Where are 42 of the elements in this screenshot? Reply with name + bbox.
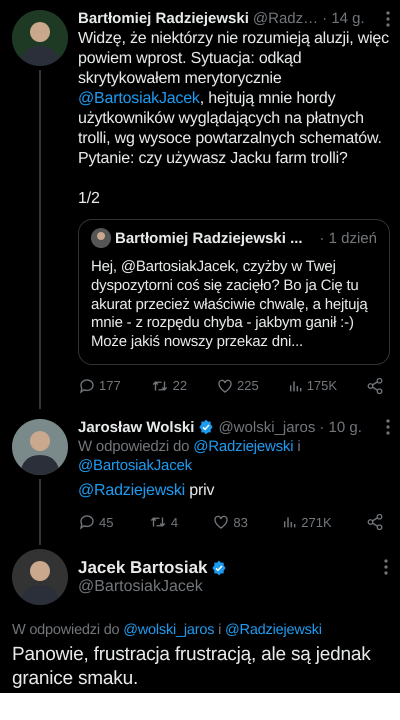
author-name[interactable]: Jarosław Wolski bbox=[78, 418, 194, 436]
like-button[interactable]: 225 bbox=[216, 376, 259, 395]
more-options-icon[interactable] bbox=[386, 10, 390, 26]
author-name[interactable]: Jacek Bartosiak bbox=[78, 558, 208, 578]
tweet-text: Widzę, że niektórzy nie rozumieją aluzji, więc powiem wprost. Sytuacja: odkąd skrytykowałem merytorycznie @BartosiakJacek, hejtują mnie hordy użytkowników wyglądających na płatnych trolli, wg wysoce powtarzalnych schematów. Pytanie: czy używasz Jacku farm trolli? bbox=[78, 29, 390, 169]
post-time: · 1 dzień bbox=[319, 230, 377, 246]
reply-context: W odpowiedzi do @Radziejewski i @BartosiakJacek bbox=[78, 438, 302, 476]
like-button[interactable]: 83 bbox=[212, 513, 248, 532]
mention-link[interactable]: @BartosiakJacek bbox=[78, 456, 192, 474]
speech-bubble-icon bbox=[78, 513, 96, 532]
views-button[interactable]: 175K bbox=[288, 378, 338, 394]
reply-context: W odpowiedzi do @wolski_jaros i @Radziejewski bbox=[12, 621, 323, 640]
more-options-icon[interactable] bbox=[384, 559, 388, 576]
mention-link[interactable]: @Radziejewski bbox=[225, 622, 322, 638]
author-name[interactable]: Bartłomiej Radziejewski bbox=[78, 10, 249, 27]
reply-button[interactable]: 45 bbox=[78, 513, 114, 532]
mention-link[interactable]: @BartosiakJacek bbox=[78, 90, 200, 107]
mention-link[interactable]: @wolski_jaros bbox=[123, 622, 214, 638]
share-icon[interactable] bbox=[366, 513, 384, 532]
avatar bbox=[91, 228, 111, 248]
share-icon[interactable] bbox=[366, 376, 384, 395]
mention-link[interactable]: @Radziejewski bbox=[78, 482, 186, 500]
author-handle[interactable]: @wolski_jaros bbox=[218, 418, 316, 436]
views-button[interactable]: 271K bbox=[282, 514, 332, 530]
mention-link[interactable]: @Radziejewski bbox=[193, 438, 294, 455]
quoted-tweet[interactable] bbox=[78, 219, 390, 365]
post-time[interactable]: · 14 g. bbox=[322, 10, 365, 27]
post-time[interactable]: · 10 g. bbox=[319, 418, 362, 436]
heart-icon bbox=[216, 376, 234, 395]
tweet-text: @Radziejewski priv bbox=[78, 481, 216, 502]
author-handle[interactable]: @BartosiakJacek bbox=[78, 578, 203, 596]
author-handle[interactable]: @Radz… bbox=[252, 10, 318, 27]
repost-button[interactable]: 4 bbox=[148, 513, 178, 532]
reply-button[interactable]: 177 bbox=[78, 376, 121, 395]
repost-button[interactable]: 22 bbox=[150, 376, 188, 395]
author-name: Bartłomiej Radziejewski ... bbox=[115, 230, 303, 246]
thread-counter: 1/2 bbox=[78, 189, 101, 209]
more-options-icon[interactable] bbox=[386, 419, 390, 436]
tweet-text: Panowie, frustracja frustracją, ale są jednak granice smaku. bbox=[12, 643, 372, 691]
speech-bubble-icon bbox=[78, 376, 96, 395]
quoted-text: Hej, @BartosiakJacek, czyżby w Twej dyspozytorni coś się zacięło? Bo ja Cię tu akurat przecież właściwie chwalę, a hejtują mnie - z rozpędu chyba - jakbym ganił :-) Może jakiś nowszy przekaz dni... bbox=[91, 258, 369, 352]
heart-icon bbox=[212, 513, 230, 532]
